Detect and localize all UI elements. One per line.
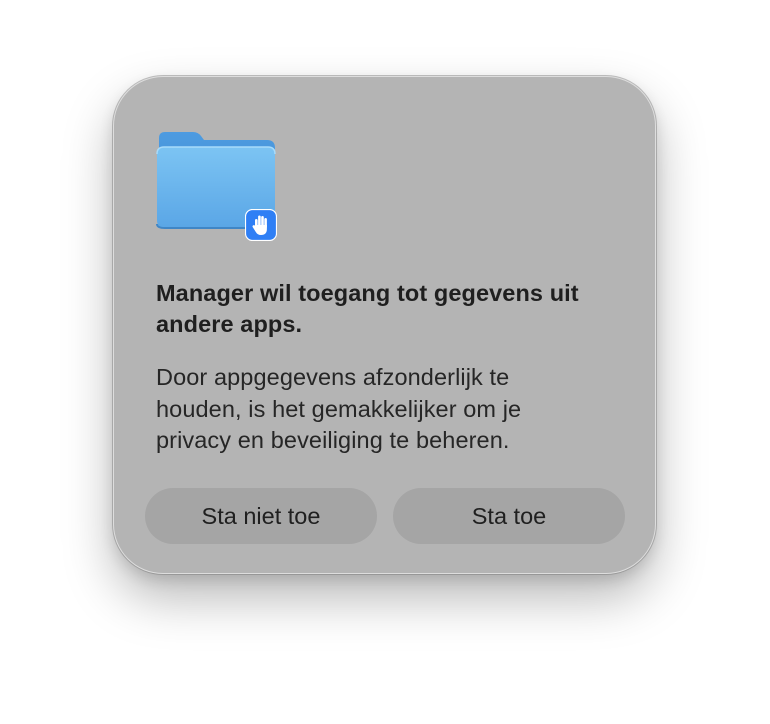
permission-dialog: Manager wil toegang tot gegevens uit and…	[113, 76, 656, 574]
dialog-message: Door appgegevens afzonderlijk te houden,…	[156, 364, 522, 453]
dialog-title: Manager wil toegang tot gegevens uit and…	[156, 280, 579, 337]
screen: Manager wil toegang tot gegevens uit and…	[0, 0, 770, 724]
deny-button[interactable]: Sta niet toe	[145, 488, 377, 544]
allow-button[interactable]: Sta toe	[393, 488, 625, 544]
raised-hand-icon	[244, 208, 278, 242]
